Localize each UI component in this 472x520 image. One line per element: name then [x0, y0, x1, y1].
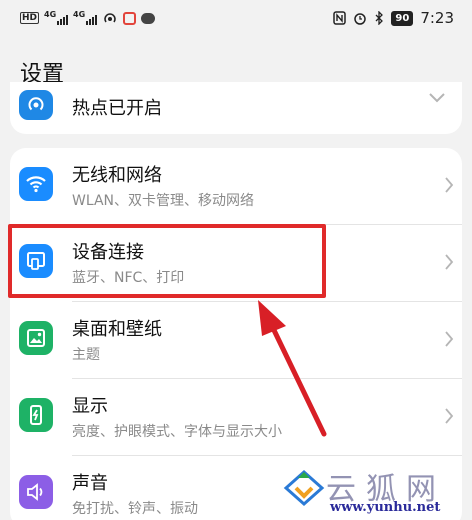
watermark-url: www.yunhu.net: [330, 500, 441, 515]
red-arrow-icon: [258, 300, 327, 437]
watermark-logo: [283, 469, 325, 507]
watermark: 云狐网 www.yunhu.net: [282, 462, 462, 520]
